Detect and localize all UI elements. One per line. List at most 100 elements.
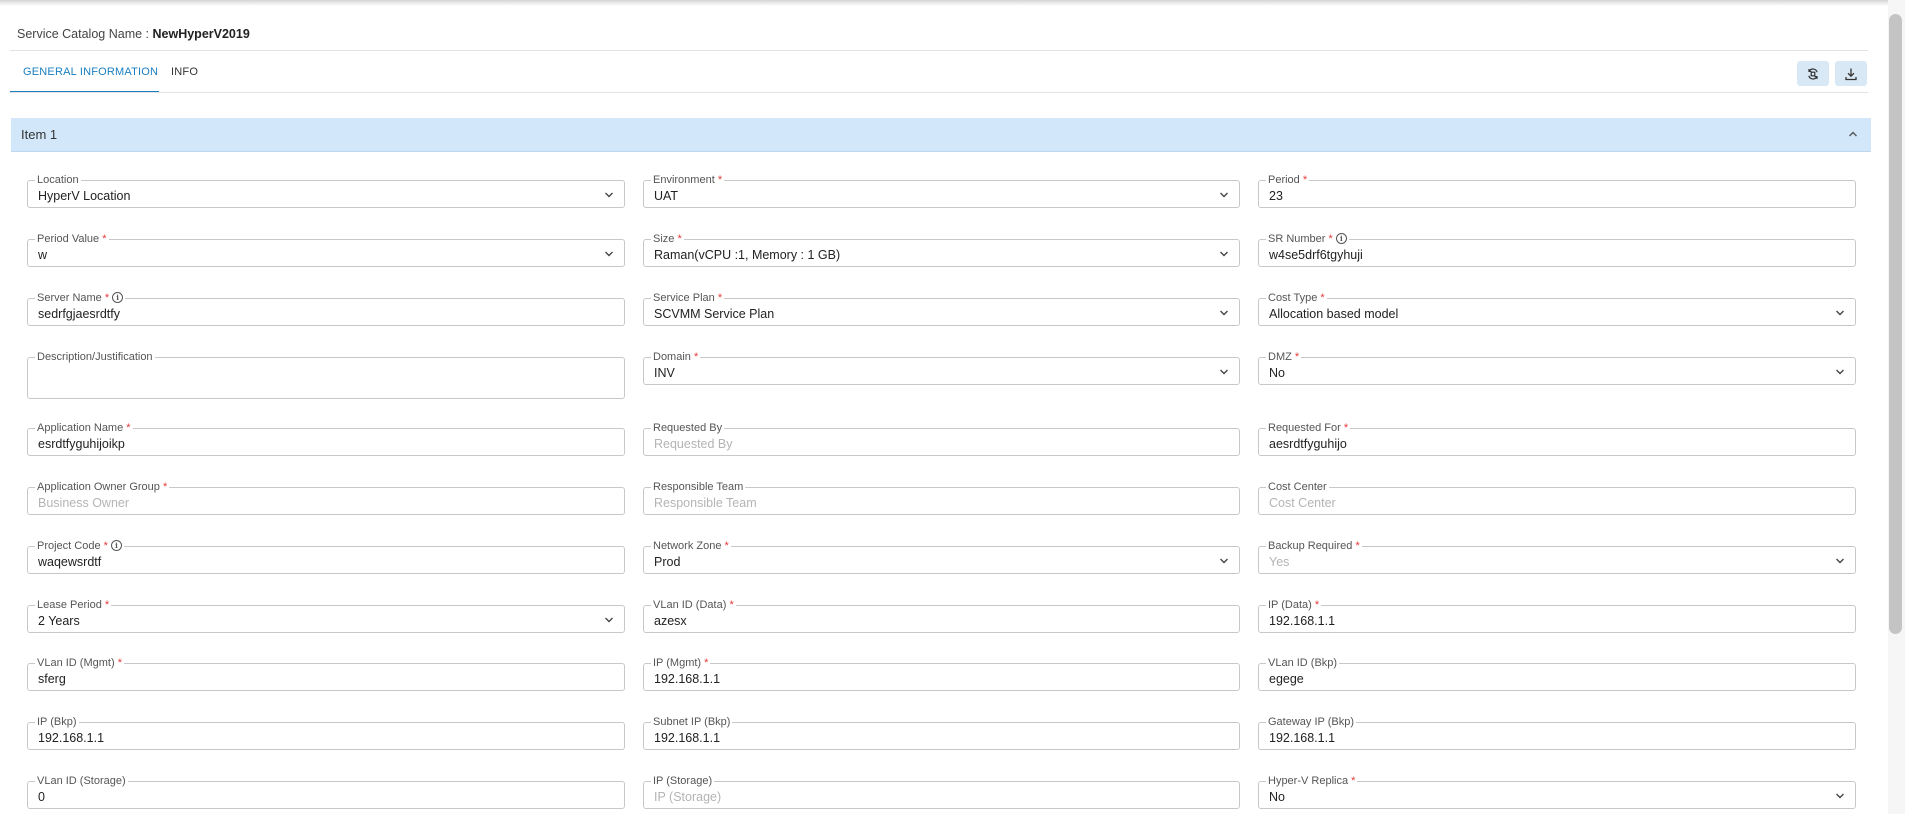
environment-select[interactable]: Environment * UAT [643,173,1240,208]
domain-value: INV [654,366,675,380]
dmz-value: No [1269,366,1285,380]
vlan-data-field[interactable]: VLan ID (Data) * azesx [643,598,1240,633]
size-label: Size * [651,232,684,246]
network-zone-label: Network Zone * [651,539,731,553]
ip-mgmt-value: 192.168.1.1 [654,672,721,686]
cost-center-placeholder: Cost Center [1269,496,1336,510]
environment-value: UAT [654,189,679,203]
cost-type-value: Allocation based model [1269,307,1399,321]
backup-required-label: Backup Required * [1266,539,1362,553]
refresh-button[interactable] [1797,61,1829,86]
cost-center-label: Cost Center [1266,480,1329,494]
location-select[interactable]: Location HyperV Location [27,173,625,208]
chevron-down-icon [1836,310,1844,316]
cost-type-select[interactable]: Cost Type * Allocation based model [1258,291,1856,326]
subnet-bkp-field[interactable]: Subnet IP (Bkp) 192.168.1.1 [643,715,1240,750]
sr-number-field[interactable]: SR Number * i w4se5drf6tgyhuji [1258,232,1856,267]
requested-for-value: aesrdtfyguhijo [1269,437,1347,451]
subnet-bkp-label: Subnet IP (Bkp) [651,715,733,729]
responsible-team-label: Responsible Team [651,480,746,494]
chevron-down-icon [605,251,613,257]
backup-required-select[interactable]: Backup Required * Yes [1258,539,1856,574]
chevron-up-icon[interactable] [1847,128,1859,140]
vlan-bkp-field[interactable]: VLan ID (Bkp) egege [1258,656,1856,691]
ip-mgmt-field[interactable]: IP (Mgmt) * 192.168.1.1 [643,656,1240,691]
hyperv-replica-label: Hyper-V Replica * [1266,774,1358,788]
vlan-storage-value: 0 [38,790,45,804]
period-value-label: Period Value * [35,232,109,246]
domain-label: Domain * [651,350,701,364]
server-name-label: Server Name * i [35,291,126,305]
period-field[interactable]: Period * 23 [1258,173,1856,208]
responsible-team-field[interactable]: Responsible Team Responsible Team [643,480,1240,515]
info-icon[interactable]: i [1335,233,1347,244]
tabs-divider [10,92,1868,93]
service-plan-label: Service Plan * [651,291,725,305]
project-code-value: waqewsrdtf [38,555,102,569]
download-icon [1845,68,1857,80]
sr-number-value: w4se5drf6tgyhuji [1269,248,1363,262]
ip-bkp-field[interactable]: IP (Bkp) 192.168.1.1 [27,715,625,750]
project-code-field[interactable]: Project Code * i waqewsrdtf [27,539,625,574]
project-code-label: Project Code * i [35,539,124,553]
service-plan-select[interactable]: Service Plan * SCVMM Service Plan [643,291,1240,326]
info-icon[interactable]: i [110,540,122,551]
vlan-data-value: azesx [654,614,687,628]
application-name-label: Application Name * [35,421,133,435]
description-textarea[interactable]: Description/Justification [27,350,625,399]
header-divider [10,50,1868,51]
app-owner-group-placeholder: Business Owner [38,496,130,510]
application-name-value: esrdtfyguhijoikp [38,437,125,451]
cost-center-field[interactable]: Cost Center Cost Center [1258,480,1856,515]
ip-storage-field[interactable]: IP (Storage) IP (Storage) [643,774,1240,809]
chevron-down-icon [1836,369,1844,375]
period-label: Period * [1266,173,1310,187]
dmz-select[interactable]: DMZ * No [1258,350,1856,385]
download-button[interactable] [1835,61,1867,86]
scrollbar-thumb[interactable] [1889,14,1902,634]
requested-by-placeholder: Requested By [654,437,733,451]
ip-data-label: IP (Data) * [1266,598,1322,612]
location-label: Location [35,173,81,187]
backup-required-placeholder: Yes [1269,555,1290,569]
refresh-icon [1808,67,1818,80]
dmz-label: DMZ * [1266,350,1302,364]
period-value: 23 [1269,189,1283,203]
application-name-field[interactable]: Application Name * esrdtfyguhijoikp [27,421,625,456]
server-name-field[interactable]: Server Name * i sedrfgjaesrdtfy [27,291,625,326]
vlan-mgmt-field[interactable]: VLan ID (Mgmt) * sferg [27,656,625,691]
item-panel-header[interactable]: Item 1 [11,118,1871,152]
tab-general-information[interactable]: GENERAL INFORMATION [23,66,158,78]
environment-label: Environment * [651,173,725,187]
chevron-down-icon [1836,558,1844,564]
subnet-bkp-value: 192.168.1.1 [654,731,721,745]
gateway-bkp-field[interactable]: Gateway IP (Bkp) 192.168.1.1 [1258,715,1856,750]
tab-info[interactable]: INFO [171,66,198,78]
catalog-name-value: NewHyperV2019 [152,27,250,41]
location-value: HyperV Location [38,189,131,203]
lease-period-select[interactable]: Lease Period * 2 Years [27,598,625,633]
catalog-name-label: Service Catalog Name : [17,27,150,41]
chevron-down-icon [1836,793,1844,799]
network-zone-select[interactable]: Network Zone * Prod [643,539,1240,574]
info-icon[interactable]: i [112,292,124,303]
requested-for-field[interactable]: Requested For * aesrdtfyguhijo [1258,421,1856,456]
requested-by-field[interactable]: Requested By Requested By [643,421,1240,456]
app-owner-group-label: Application Owner Group * [35,480,170,494]
hyperv-replica-value: No [1269,790,1285,804]
domain-select[interactable]: Domain * INV [643,350,1240,385]
chevron-down-icon [1220,192,1228,198]
vlan-bkp-value: egege [1269,672,1304,686]
vlan-storage-field[interactable]: VLan ID (Storage) 0 [27,774,625,809]
app-owner-group-field[interactable]: Application Owner Group * Business Owner [27,480,625,515]
size-value: Raman(vCPU :1, Memory : 1 GB) [654,248,841,262]
sr-number-label: SR Number * i [1266,232,1349,246]
gateway-bkp-value: 192.168.1.1 [1269,731,1336,745]
lease-period-label: Lease Period * [35,598,112,612]
hyperv-replica-select[interactable]: Hyper-V Replica * No [1258,774,1856,809]
size-select[interactable]: Size * Raman(vCPU :1, Memory : 1 GB) [643,232,1240,267]
description-label: Description/Justification [35,350,155,364]
period-value-value: w [38,248,48,262]
period-value-select[interactable]: Period Value * w [27,232,625,267]
ip-data-field[interactable]: IP (Data) * 192.168.1.1 [1258,598,1856,633]
